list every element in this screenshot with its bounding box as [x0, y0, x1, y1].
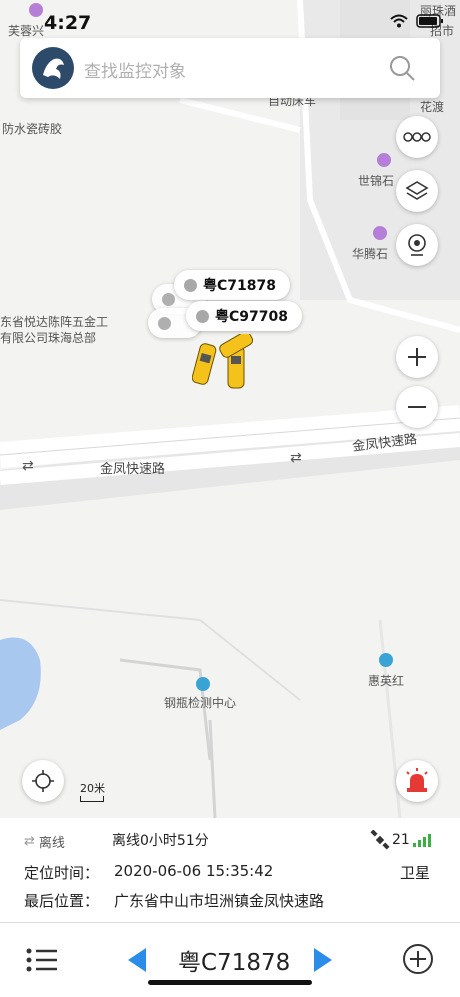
time-value: 2020-06-06 15:35:42: [114, 862, 274, 880]
address-value: 广东省中山市坦洲镇金凤快速路: [114, 892, 325, 910]
zoom-out-button[interactable]: [396, 386, 438, 428]
search-bar[interactable]: 查找监控对象: [20, 38, 440, 98]
map-layers-button[interactable]: [396, 170, 438, 212]
battery-icon: [416, 14, 443, 28]
search-icon[interactable]: [388, 54, 416, 82]
bottom-bar: 粤C71878: [0, 922, 460, 997]
signal-strength-icon: [412, 834, 431, 847]
previous-vehicle-button[interactable]: [126, 947, 148, 973]
scale-label: 20米: [80, 782, 105, 795]
app-logo-icon[interactable]: [32, 47, 74, 89]
traffic-icon: [403, 132, 431, 142]
wifi-icon: [390, 14, 408, 28]
poi-label: 防水瓷砖胶: [2, 122, 63, 136]
vehicle-cluster[interactable]: 粤C71878 粤C97708: [148, 268, 310, 408]
home-indicator: [148, 980, 312, 985]
street-view-button[interactable]: [396, 224, 438, 266]
poi-label: 有限公司珠海总部: [0, 331, 97, 345]
address-label: 最后位置：: [24, 892, 100, 910]
plus-icon: [408, 348, 426, 366]
status-label: 离线: [38, 836, 65, 851]
scale-bar: 20米: [80, 780, 105, 802]
status-bar: 4:27: [0, 0, 460, 36]
current-vehicle-plate: 粤C71878: [178, 950, 291, 976]
search-input[interactable]: 查找监控对象: [84, 57, 186, 82]
locate-me-button[interactable]: [22, 760, 64, 802]
vehicle-callout[interactable]: 粤C71878: [174, 270, 290, 300]
offline-status-icon: ⇄: [24, 834, 35, 849]
add-circle-icon[interactable]: [402, 943, 434, 975]
zoom-in-button[interactable]: [396, 336, 438, 378]
status-duration: 离线0小时51分: [112, 833, 209, 849]
car-icon[interactable]: [192, 334, 262, 400]
alarm-button[interactable]: [396, 760, 438, 802]
poi-label: 惠英红: [368, 674, 405, 688]
vehicle-plate: 粤C71878: [203, 278, 276, 294]
camera-icon: [408, 234, 426, 256]
satellite-count: 21: [392, 832, 410, 848]
status-dot-icon: [184, 278, 197, 292]
vehicle-callout[interactable]: 粤C97708: [186, 301, 302, 331]
next-vehicle-button[interactable]: [312, 947, 334, 973]
location-source: 卫星: [400, 864, 431, 882]
satellite-icon: [370, 830, 390, 850]
minus-icon: [408, 406, 426, 408]
poi-label: 花渡: [420, 100, 445, 114]
status-time: 4:27: [44, 12, 92, 34]
list-menu-icon[interactable]: [26, 947, 58, 973]
poi-label: 世锦石: [358, 174, 395, 188]
layers-icon: [405, 181, 429, 200]
road-label: 金凤快速路: [100, 462, 166, 477]
time-label: 定位时间：: [24, 864, 100, 882]
status-dot-icon: [196, 309, 209, 323]
vehicle-info-panel: ⇄ 离线 离线0小时51分 21 定位时间： 2020-06-06 15:35:…: [0, 818, 460, 922]
map-view[interactable]: ⇄ ⇄ 芙蓉兴 丽珠酒 招市 花渡 防水瓷砖胶 世锦石 华腾石 东省悦达陈阵五金…: [0, 0, 460, 818]
crosshair-icon: [32, 770, 54, 792]
poi-label: 华腾石: [352, 247, 389, 261]
poi-label: 钢瓶检测中心: [164, 696, 237, 710]
svg-text:⇄: ⇄: [290, 450, 302, 466]
poi-label: 东省悦达陈阵五金工: [0, 315, 109, 329]
svg-text:⇄: ⇄: [22, 458, 34, 474]
siren-icon: [406, 768, 428, 792]
traffic-toggle-button[interactable]: [396, 116, 438, 158]
vehicle-plate: 粤C97708: [215, 309, 288, 325]
